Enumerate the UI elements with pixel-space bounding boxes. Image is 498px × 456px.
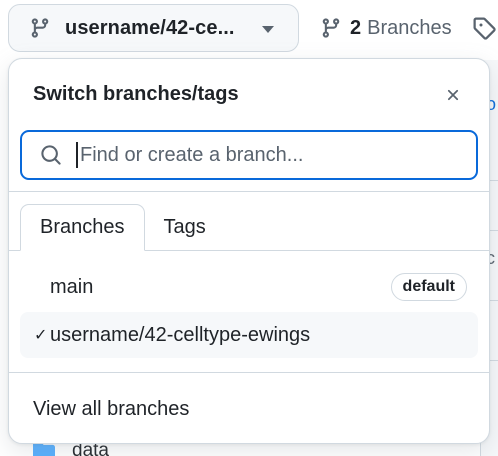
branches-count-link[interactable]: 2 Branches [320,14,452,42]
git-branch-icon [31,18,49,38]
tab-branches[interactable]: Branches [20,204,145,251]
branch-search-field[interactable] [20,130,478,180]
branch-name: username/42-celltype-ewings [50,323,311,346]
search-input[interactable] [76,142,456,168]
popover-divider [9,191,489,192]
branch-item-main[interactable]: main default [20,264,478,310]
popover-title: Switch branches/tags [33,83,239,105]
caret-down-icon [262,26,274,33]
tab-tags[interactable]: Tags [145,204,225,251]
current-branch-label: username/42-ce... [65,16,235,39]
tag-icon[interactable] [472,16,496,40]
footer-divider [9,372,489,373]
search-icon [41,145,61,165]
git-branch-icon [322,18,340,38]
check-icon: ✓ [34,327,48,344]
close-button[interactable] [439,81,467,109]
branch-switcher-popover: Switch branches/tags Branches Tags main … [8,58,490,444]
close-icon [447,89,459,101]
folder-icon [33,442,55,456]
branch-count: 2 [350,16,362,39]
branch-selector-button[interactable]: username/42-ce... [8,4,299,52]
page: username/42-ce... 2 Branches o c data Sw… [0,0,498,456]
branches-word: Branches [367,16,452,39]
branch-item-selected[interactable]: ✓ username/42-celltype-ewings [20,312,478,358]
view-all-branches-link[interactable]: View all branches [33,398,189,421]
branch-name: main [50,275,94,298]
default-badge: default [390,273,467,301]
branch-tag-tabs: Branches Tags [20,204,225,251]
